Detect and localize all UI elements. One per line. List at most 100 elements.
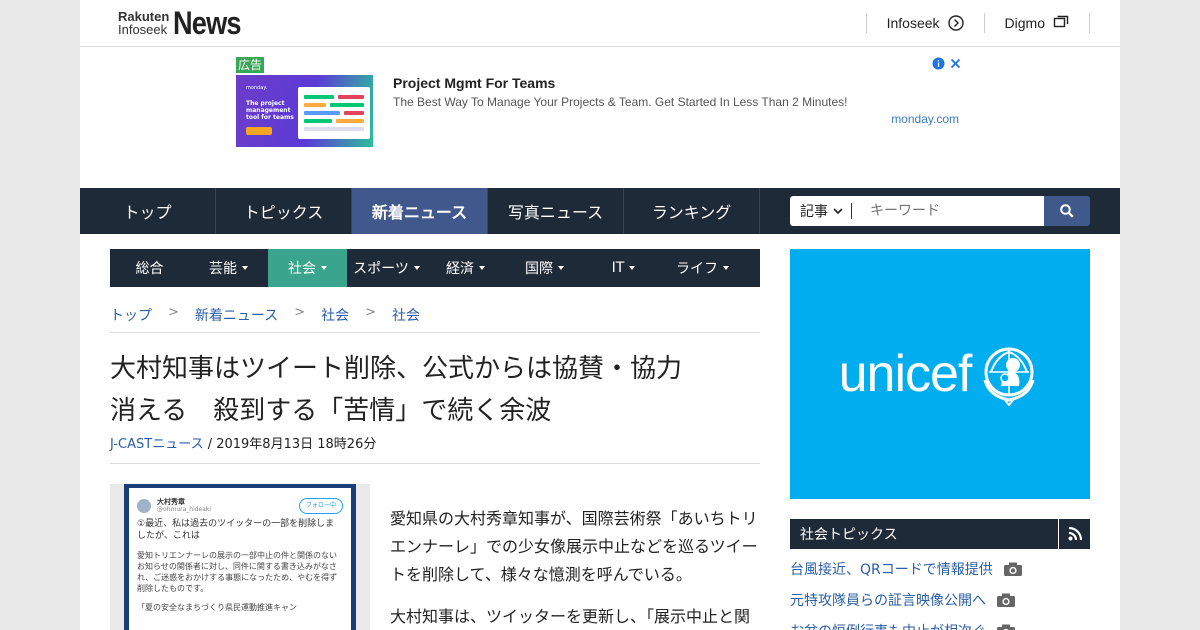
topic-label: 元特攻隊員らの証言映像公開へ	[790, 593, 986, 609]
ad-domain[interactable]: monday.com	[891, 112, 959, 126]
topic-label: 台風接近、QRコードで情報提供	[790, 562, 993, 578]
caret-down-icon	[479, 266, 485, 270]
breadcrumb-item[interactable]: 社会	[392, 305, 420, 332]
chevron-right-icon: >	[365, 305, 377, 320]
main-nav: トップ トピックス 新着ニュース 写真ニュース ランキング 記事	[80, 188, 1120, 234]
category-label: IT	[611, 260, 625, 276]
chevron-down-icon	[833, 207, 843, 214]
camera-icon	[997, 624, 1015, 630]
caret-down-icon	[413, 266, 420, 270]
category-sports[interactable]: スポーツ	[347, 249, 426, 287]
unicef-banner[interactable]: unicef	[790, 249, 1090, 499]
topics-title[interactable]: 社会トピックス	[790, 519, 1059, 549]
tweet-header: 大村秀章 @ohmura_hideaki フォロー中	[137, 498, 343, 514]
arrow-circle-icon	[947, 15, 964, 31]
category-society[interactable]: 社会	[268, 249, 347, 287]
ad-unit[interactable]: 広告 monday. The project management tool fo…	[236, 57, 964, 149]
page: Rakuten Infoseek News Infoseek Digmo 広告 …	[80, 0, 1120, 630]
logo-main: News	[173, 4, 242, 41]
tweet-card: 大村秀章 @ohmura_hideaki フォロー中 ①最近、私は過去のツイッタ…	[129, 488, 351, 630]
breadcrumb-item[interactable]: 社会	[321, 305, 349, 332]
category-economy[interactable]: 経済	[426, 249, 505, 287]
caret-down-icon	[723, 266, 729, 270]
article-photo[interactable]: 大村秀章 @ohmura_hideaki フォロー中 ①最近、私は過去のツイッタ…	[110, 484, 370, 630]
search-scope-select[interactable]: 記事	[790, 196, 856, 226]
tweet-text-line2: 愛知トリエンナーレの展示の一部中止の件と関係のないお知らせの関係者に対し、同件に…	[137, 551, 338, 593]
nav-item-top[interactable]: トップ	[80, 188, 216, 234]
windows-icon	[1053, 15, 1069, 28]
article-date: / 2019年8月13日 18時26分	[203, 437, 377, 452]
caret-down-icon	[321, 266, 327, 270]
article-paragraph: 愛知県の大村秀章知事が、国際芸術祭「あいちトリエンナーレ」での少女像展示中止など…	[390, 509, 758, 584]
avatar	[137, 499, 151, 513]
ad-controls	[932, 57, 962, 70]
header-links: Infoseek Digmo	[865, 13, 1090, 33]
category-international[interactable]: 国際	[505, 249, 584, 287]
unicef-wordmark: unicef	[838, 345, 973, 403]
category-label: 国際	[525, 261, 553, 277]
header-link-infoseek[interactable]: Infoseek	[865, 13, 984, 33]
ad-title[interactable]: Project Mgmt For Teams	[393, 75, 555, 91]
tweet-text-line3: 「夏の安全なまちづくり県民運動推進キャン	[137, 603, 297, 612]
camera-icon	[1003, 562, 1022, 576]
category-it[interactable]: IT	[584, 249, 663, 287]
camera-icon	[997, 593, 1015, 607]
tweet-author-name: 大村秀章	[157, 498, 185, 506]
breadcrumb: トップ > 新着ニュース > 社会 > 社会	[110, 305, 760, 333]
ad-description: The Best Way To Manage Your Projects & T…	[393, 95, 848, 109]
article-paragraph: 大村知事は、ツイッターを更新し、「展示中止と関	[390, 607, 751, 626]
nav-item-photo-news[interactable]: 写真ニュース	[488, 188, 624, 234]
nav-item-latest-news[interactable]: 新着ニュース	[352, 188, 488, 234]
breadcrumb-item[interactable]: 新着ニュース	[195, 305, 278, 332]
info-icon[interactable]	[932, 57, 945, 70]
category-label: 芸能	[209, 261, 237, 277]
rss-button[interactable]	[1059, 519, 1090, 549]
tweet-author-handle: @ohmura_hideaki	[157, 506, 212, 513]
ad-image-art: monday. The project management tool for t…	[246, 85, 294, 121]
category-label: ライフ	[676, 261, 718, 277]
header-link-digmo[interactable]: Digmo	[983, 13, 1090, 33]
category-label: 経済	[446, 261, 474, 277]
search-button[interactable]	[1044, 196, 1090, 226]
article-meta: J-CASTニュース / 2019年8月13日 18時26分	[110, 433, 760, 464]
ad-image-screen	[298, 87, 370, 139]
tweet-text-line1: ①最近、私は過去のツイッターの一部を削除しましたが、これは	[137, 519, 335, 541]
caret-down-icon	[629, 266, 636, 270]
topic-item[interactable]: お盆の恒例行事も中止が相次ぐ	[790, 618, 1090, 630]
tweet-author: 大村秀章 @ohmura_hideaki	[157, 498, 211, 514]
rss-icon	[1068, 527, 1082, 541]
topics-header: 社会トピックス	[790, 519, 1090, 549]
close-icon[interactable]	[949, 57, 962, 70]
article-title-line2: 消える 殺到する「苦情」で続く余波	[110, 396, 552, 426]
caret-down-icon	[242, 266, 248, 270]
ad-image[interactable]: monday. The project management tool for t…	[236, 75, 373, 147]
header-link-label: Digmo	[1004, 15, 1045, 31]
article-body: 愛知県の大村秀章知事が、国際芸術祭「あいちトリエンナーレ」での少女像展示中止など…	[390, 505, 760, 630]
category-entertainment[interactable]: 芸能	[189, 249, 268, 287]
nav-item-topics[interactable]: トピックス	[216, 188, 352, 234]
chevron-right-icon: >	[168, 305, 179, 320]
caret-down-icon	[558, 266, 564, 270]
logo-line2: Infoseek	[118, 22, 168, 37]
article-source-link[interactable]: J-CASTニュース	[110, 437, 204, 452]
ad-badge: 広告	[236, 57, 265, 73]
article-title: 大村知事はツイート削除、公式からは協賛・協力 消える 殺到する「苦情」で続く余波	[110, 348, 760, 432]
site-logo[interactable]: Rakuten Infoseek News	[118, 4, 253, 41]
search-input[interactable]	[856, 196, 1044, 226]
nav-item-ranking[interactable]: ランキング	[624, 188, 760, 234]
topic-item[interactable]: 台風接近、QRコードで情報提供	[790, 556, 1090, 582]
breadcrumb-item[interactable]: トップ	[110, 305, 152, 332]
category-general[interactable]: 総合	[110, 249, 189, 287]
search-bar: 記事	[790, 196, 1090, 226]
divider	[851, 203, 852, 219]
category-label: 総合	[135, 261, 164, 277]
header-link-label: Infoseek	[886, 15, 940, 31]
ad-image-button-art	[246, 127, 272, 135]
search-icon	[1060, 204, 1074, 218]
category-life[interactable]: ライフ	[663, 249, 742, 287]
chevron-right-icon: >	[294, 305, 306, 320]
logo-brand: Rakuten Infoseek	[118, 10, 169, 36]
topic-item[interactable]: 元特攻隊員らの証言映像公開へ	[790, 587, 1090, 613]
tweet-screenshot: 大村秀章 @ohmura_hideaki フォロー中 ①最近、私は過去のツイッタ…	[124, 484, 356, 630]
search-scope-value: 記事	[800, 204, 828, 220]
